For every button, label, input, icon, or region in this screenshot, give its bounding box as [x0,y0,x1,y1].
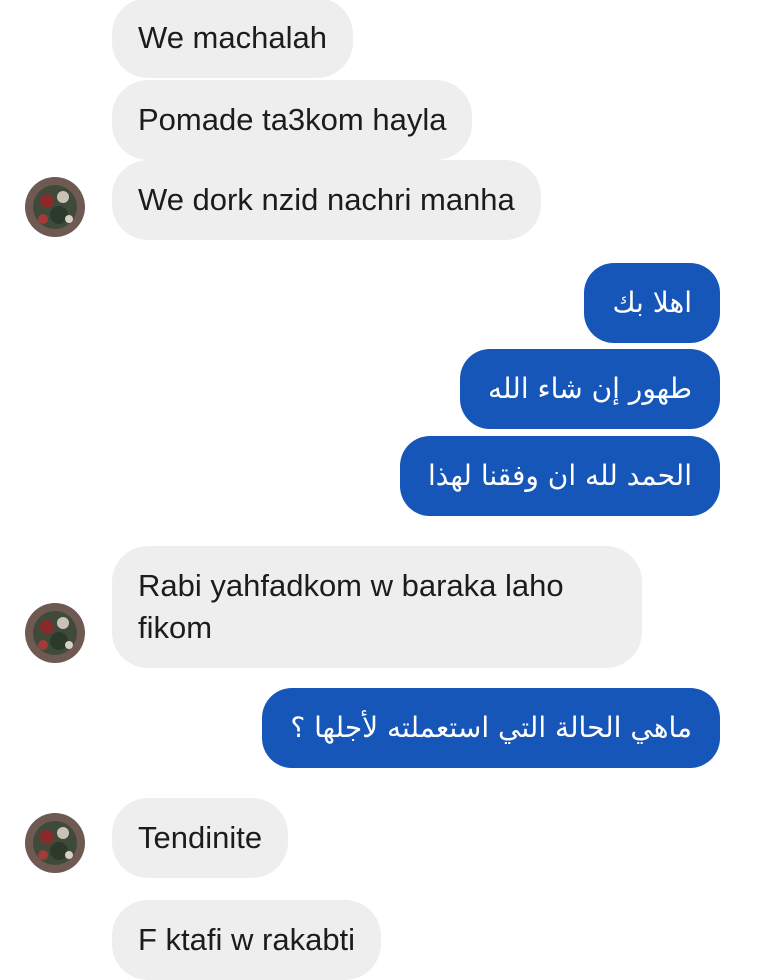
avatar-image [25,177,85,237]
incoming-message[interactable]: We dork nzid nachri manha [112,160,541,240]
avatar-image [25,813,85,873]
incoming-message[interactable]: Rabi yahfadkom w baraka laho fikom [112,546,642,668]
incoming-message[interactable]: F ktafi w rakabti [112,900,382,980]
contact-avatar-icon[interactable] [25,813,85,873]
outgoing-message[interactable]: الحمد لله ان وفقنا لهذا [400,436,720,516]
outgoing-message[interactable]: ماهي الحالة التي استعملته لأجلها ؟ [262,688,720,768]
incoming-message[interactable]: Pomade ta3kom hayla [112,80,473,160]
contact-avatar-icon[interactable] [25,177,85,237]
incoming-message[interactable]: We machalah [112,0,353,78]
contact-avatar-icon[interactable] [25,603,85,663]
message-thread: We machalah Pomade ta3kom hayla We dork … [0,0,769,980]
outgoing-message[interactable]: اهلا بك [584,263,720,343]
incoming-message[interactable]: Tendinite [112,798,289,878]
outgoing-message[interactable]: طهور إن شاء الله [460,349,720,429]
avatar-image [25,603,85,663]
